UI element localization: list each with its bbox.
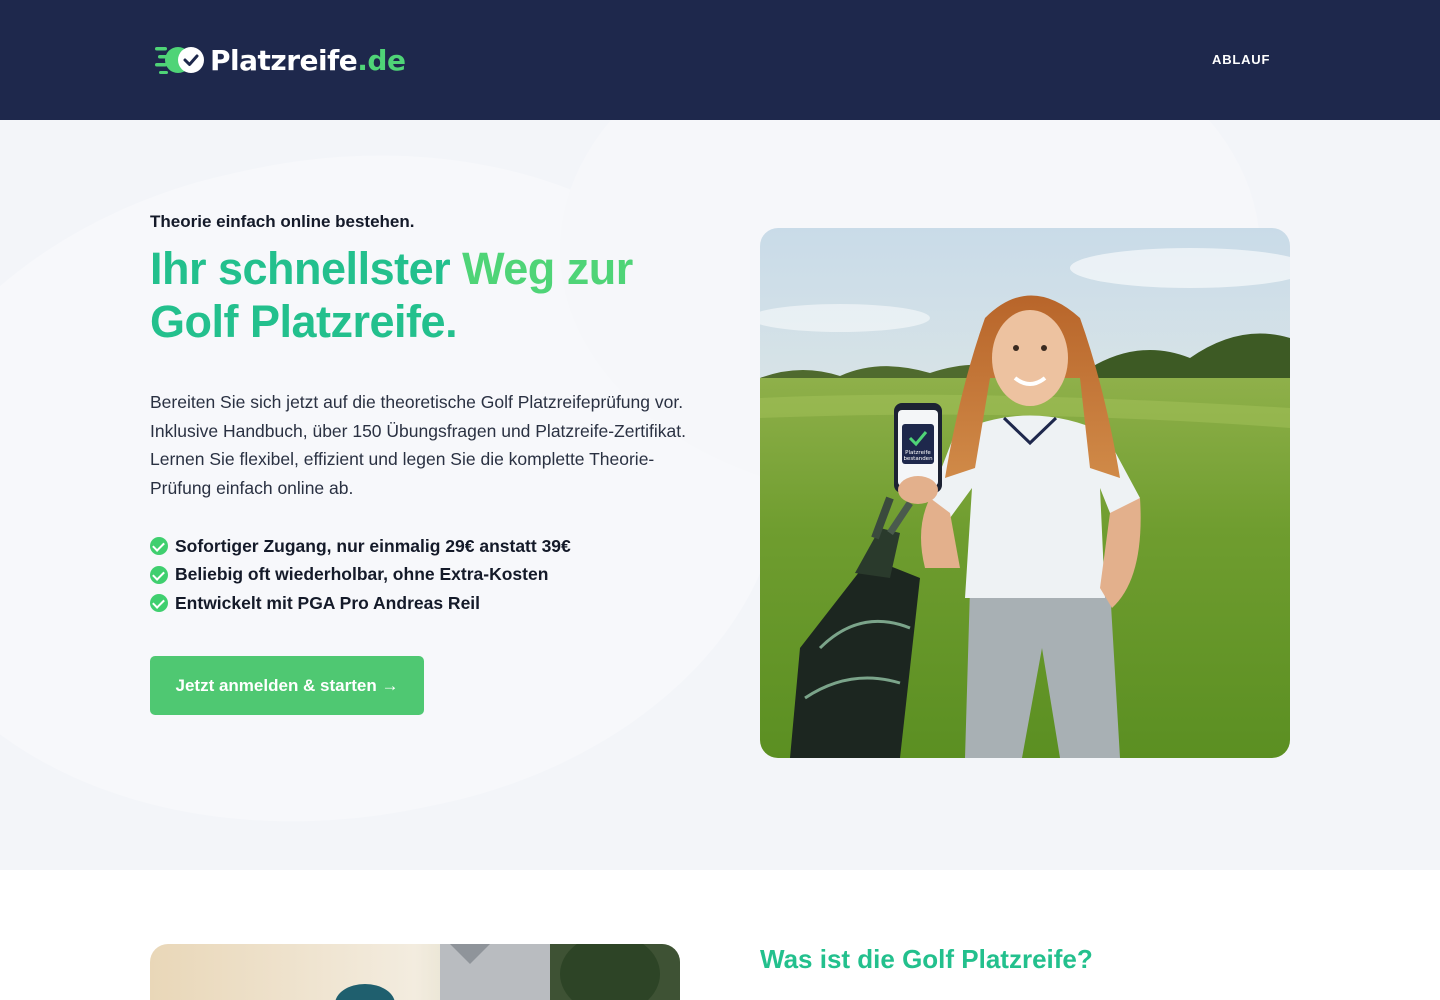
logo-check-icon (154, 40, 206, 80)
phone-screen-text: bestanden (903, 456, 933, 462)
hero-headline: Ihr schnellster Weg zur Golf Platzreife. (150, 242, 710, 348)
section-title: Was ist die Golf Platzreife? (760, 944, 1093, 974)
logo-name: Platzreife (210, 43, 358, 77)
feature-item: Sofortiger Zugang, nur einmalig 29€ anst… (150, 532, 571, 561)
hero-eyebrow: Theorie einfach online bestehen. (150, 212, 415, 231)
nav-link-ablauf[interactable]: ABLAUF (1212, 52, 1270, 67)
feature-list: Sofortiger Zugang, nur einmalig 29€ anst… (150, 532, 571, 618)
check-circle-icon (150, 565, 168, 584)
feature-text: Beliebig oft wiederholbar, ohne Extra-Ko… (175, 564, 549, 585)
hero-section: Theorie einfach online bestehen. Ihr sch… (0, 120, 1440, 870)
hero-intro: Bereiten Sie sich jetzt auf die theoreti… (150, 392, 686, 499)
about-section: Was ist die Golf Platzreife? (0, 870, 1440, 1000)
headline-part-3: Golf Platzreife. (150, 296, 458, 347)
check-circle-icon (150, 594, 168, 613)
feature-item: Entwickelt mit PGA Pro Andreas Reil (150, 589, 571, 618)
headline-part-2: Weg zur (462, 243, 633, 294)
logo-tld: .de (357, 43, 406, 77)
signup-start-button[interactable]: Jetzt anmelden & starten → (150, 656, 424, 715)
about-photo (150, 944, 680, 1000)
site-header: Platzreife .de ABLAUF (0, 0, 1440, 120)
headline-part-1: Ihr schnellster (150, 243, 463, 294)
feature-text: Sofortiger Zugang, nur einmalig 29€ anst… (175, 535, 571, 556)
feature-item: Beliebig oft wiederholbar, ohne Extra-Ko… (150, 561, 571, 590)
hero-photo: Platzreife bestanden (760, 228, 1290, 758)
feature-text: Entwickelt mit PGA Pro Andreas Reil (175, 592, 481, 613)
check-circle-icon (150, 537, 168, 556)
logo-link[interactable]: Platzreife .de (154, 40, 406, 80)
